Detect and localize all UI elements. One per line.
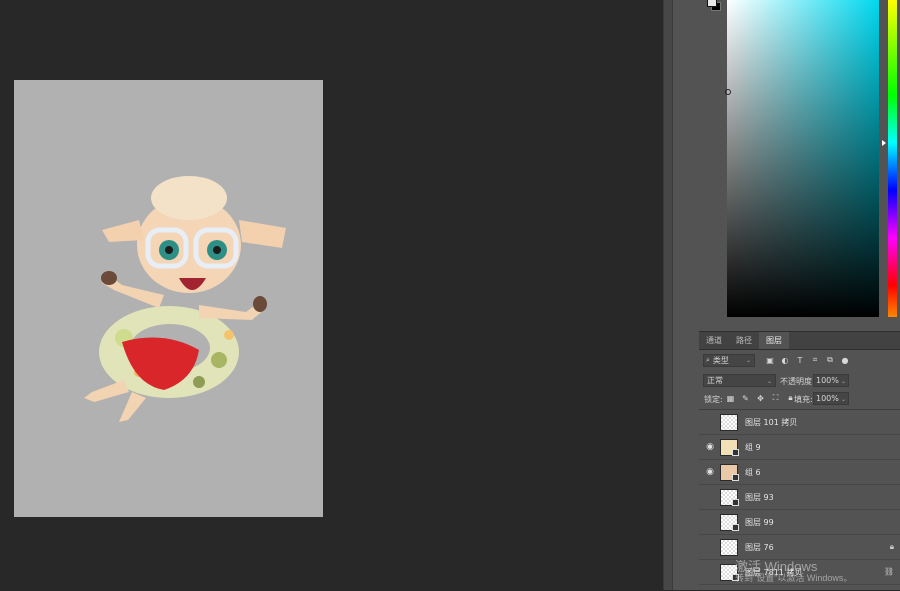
- adjustment-filter-icon[interactable]: ◐: [780, 355, 790, 365]
- opacity-input[interactable]: 100% ⌄: [813, 374, 849, 387]
- hue-slider[interactable]: [888, 0, 897, 317]
- layer-name: 图层 101 拷贝: [745, 418, 798, 427]
- lock-icon: 🔒︎: [889, 542, 894, 551]
- layer-row[interactable]: 图层 93: [699, 485, 900, 510]
- scrollbar-thumb[interactable]: [664, 0, 672, 590]
- smart-object-badge-icon: [732, 499, 739, 506]
- layer-thumbnail: [720, 539, 738, 556]
- document-canvas[interactable]: [14, 80, 323, 517]
- layer-name: 组 9: [745, 443, 761, 452]
- search-icon: ⌕: [706, 356, 710, 364]
- visibility-toggle[interactable]: [704, 516, 716, 528]
- visibility-toggle[interactable]: [704, 491, 716, 503]
- hue-slider-arrow-icon[interactable]: [882, 140, 886, 146]
- color-picker-marker[interactable]: [725, 89, 731, 95]
- lock-transparency-icon[interactable]: ▦: [726, 393, 735, 403]
- opacity-value: 100%: [816, 376, 839, 385]
- layer-row[interactable]: 图层 99: [699, 510, 900, 535]
- smart-object-badge-icon: [732, 524, 739, 531]
- layer-row[interactable]: 图层 101 拷贝: [699, 410, 900, 435]
- smart-object-filter-icon[interactable]: ⧉: [825, 355, 835, 365]
- lamb-leg: [119, 392, 146, 422]
- ring-dot: [211, 352, 227, 368]
- visibility-toggle[interactable]: [704, 541, 716, 553]
- lamb-wool: [151, 176, 227, 220]
- ring-dot: [224, 330, 234, 340]
- fill-input[interactable]: 100% ⌄: [813, 392, 849, 405]
- blend-mode-select[interactable]: 正常 ⌄: [703, 374, 776, 387]
- eye-icon[interactable]: ◉: [704, 466, 716, 478]
- opacity-label: 不透明度:: [780, 377, 815, 386]
- layer-thumbnail: [720, 414, 738, 431]
- lamb-ear: [239, 220, 286, 248]
- layer-name: 图层 93: [745, 493, 774, 502]
- lock-options: ▦ ✎ ✥ ⛶ 🔒︎: [726, 393, 795, 403]
- blend-mode-value: 正常: [707, 376, 723, 385]
- lamb-hoof: [253, 296, 267, 312]
- layer-name: 图层 99: [745, 518, 774, 527]
- document-workspace[interactable]: [0, 0, 663, 590]
- chevron-down-icon: ⌄: [840, 396, 846, 403]
- lock-artboard-icon[interactable]: ⛶: [771, 393, 780, 403]
- layer-name: 组 6: [745, 468, 761, 477]
- layer-row[interactable]: ◉ 组 9: [699, 435, 900, 460]
- foreground-color-swatch[interactable]: [707, 0, 717, 7]
- visibility-toggle[interactable]: [704, 566, 716, 578]
- fill-label: 填充:: [794, 395, 813, 404]
- layer-row[interactable]: ◉ 组 6: [699, 460, 900, 485]
- color-picker-panel: [699, 0, 900, 325]
- layers-panel: 通道 路径 图层 ⌕ 类型 ⌄ ▣ ◐ T ⌗ ⧉ ● 正常 ⌄ 不透明度: 1…: [699, 331, 900, 590]
- tab-paths[interactable]: 路径: [729, 332, 759, 349]
- tab-layers[interactable]: 图层: [759, 332, 789, 349]
- shape-filter-icon[interactable]: ⌗: [810, 355, 820, 365]
- type-filter-icon[interactable]: T: [795, 355, 805, 365]
- fill-value: 100%: [816, 394, 839, 403]
- layer-filter-select[interactable]: ⌕ 类型 ⌄: [703, 354, 755, 367]
- saturation-brightness-field[interactable]: [727, 0, 879, 317]
- link-icon: ⛓: [883, 567, 894, 576]
- eye-icon[interactable]: ◉: [704, 441, 716, 453]
- ring-dot: [193, 376, 205, 388]
- image-filter-icon[interactable]: ▣: [765, 355, 775, 365]
- lamb-leg: [84, 380, 129, 402]
- lock-image-icon[interactable]: ✎: [741, 393, 750, 403]
- right-panel: 通道 路径 图层 ⌕ 类型 ⌄ ▣ ◐ T ⌗ ⧉ ● 正常 ⌄ 不透明度: 1…: [699, 0, 900, 590]
- visibility-toggle[interactable]: [704, 416, 716, 428]
- lamb-artwork: [84, 176, 286, 422]
- chevron-down-icon: ⌄: [766, 378, 772, 385]
- lamb-pupil: [165, 246, 173, 254]
- filter-toggle-icon[interactable]: ●: [840, 355, 850, 365]
- chevron-down-icon: ⌄: [840, 378, 846, 385]
- lamb-ear: [102, 220, 144, 242]
- layer-filter-icons: ▣ ◐ T ⌗ ⧉ ●: [765, 355, 850, 365]
- activate-windows-hint: 转到"设置"以激活 Windows。: [735, 573, 853, 583]
- smart-object-badge-icon: [732, 449, 739, 456]
- workspace-scrollbar[interactable]: [663, 0, 673, 590]
- lock-position-icon[interactable]: ✥: [756, 393, 765, 403]
- panel-tabs: 通道 路径 图层: [699, 332, 900, 350]
- lamb-pupil: [213, 246, 221, 254]
- tab-channels[interactable]: 通道: [699, 332, 729, 349]
- chevron-down-icon: ⌄: [745, 357, 751, 364]
- lock-label: 锁定:: [704, 395, 723, 404]
- layer-filter-label: 类型: [712, 356, 729, 365]
- lamb-hoof: [101, 271, 117, 285]
- smart-object-badge-icon: [732, 474, 739, 481]
- panel-dock-gap: [673, 0, 699, 590]
